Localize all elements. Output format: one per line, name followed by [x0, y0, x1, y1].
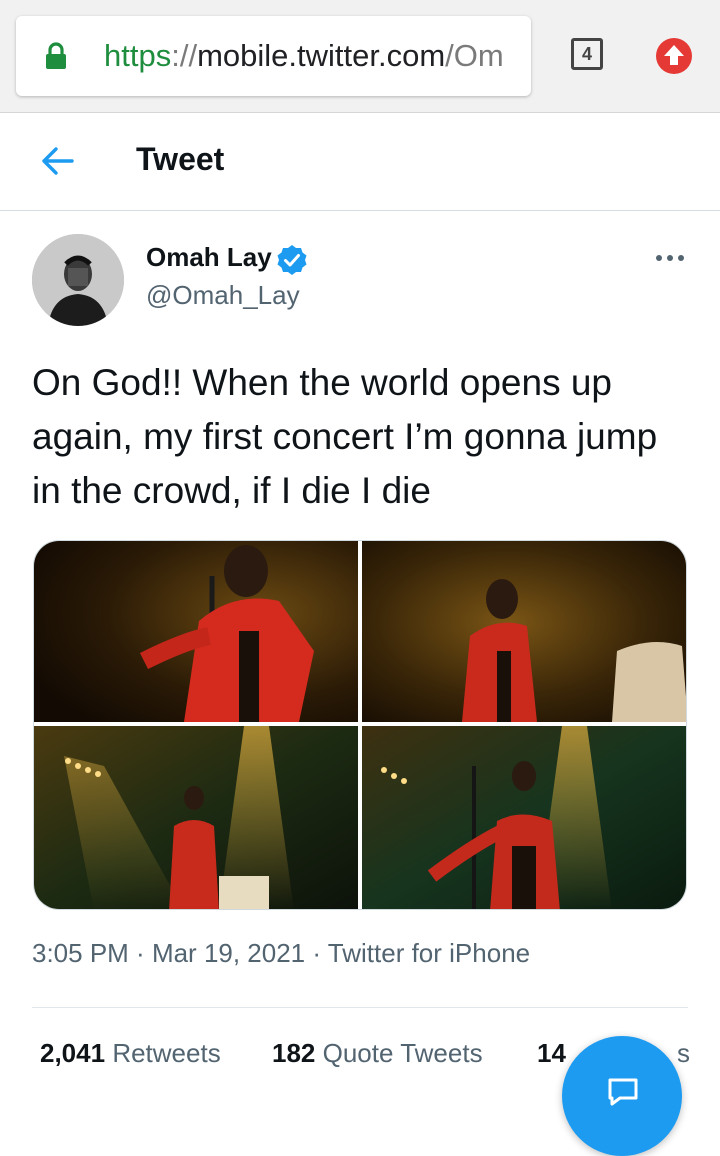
meta-separator: · [128, 938, 152, 968]
retweets-stat[interactable]: 2,041 Retweets [40, 1038, 221, 1069]
divider [32, 1007, 688, 1008]
browser-toolbar: https://mobile.twitter.com/Om 4 [0, 0, 720, 113]
url-path: /Om [445, 38, 504, 73]
verified-badge-icon [277, 245, 307, 275]
lock-icon [46, 42, 66, 69]
tweet-date[interactable]: Mar 19, 2021 [152, 938, 305, 968]
author-handle[interactable]: @Omah_Lay [146, 280, 300, 311]
tweet-photo-4[interactable] [362, 726, 686, 909]
url-host: mobile.twitter.com [197, 38, 446, 73]
url-text: https://mobile.twitter.com/Om [104, 38, 504, 74]
tweet-time[interactable]: 3:05 PM [32, 938, 129, 968]
likes-label: s [677, 1038, 690, 1068]
quote-tweets-stat[interactable]: 182 Quote Tweets [272, 1038, 483, 1069]
tweet-source[interactable]: Twitter for iPhone [328, 938, 530, 968]
likes-stat[interactable]: 14 s [537, 1038, 690, 1069]
url-separator: :// [171, 38, 198, 73]
avatar-image [32, 234, 124, 326]
compose-icon [608, 1078, 638, 1106]
likes-count: 14 [537, 1038, 566, 1068]
page-title: Tweet [136, 141, 225, 177]
avatar[interactable] [32, 234, 124, 326]
back-arrow-icon[interactable] [38, 143, 76, 179]
quote-tweets-count: 182 [272, 1038, 316, 1068]
tabs-icon[interactable]: 4 [571, 38, 603, 70]
tweet-photo-1[interactable] [34, 541, 358, 722]
compose-tweet-button[interactable] [562, 1036, 682, 1156]
tweet-text: On God!! When the world opens up again, … [32, 362, 658, 511]
more-options-icon[interactable] [655, 252, 685, 264]
tweet-header: Tweet [0, 113, 720, 211]
tweet-metadata: 3:05 PM · Mar 19, 2021 · Twitter for iPh… [32, 938, 530, 969]
address-bar[interactable]: https://mobile.twitter.com/Om [16, 16, 531, 96]
quote-tweets-label: Quote Tweets [322, 1038, 483, 1068]
update-icon[interactable] [656, 38, 692, 74]
retweets-count: 2,041 [40, 1038, 106, 1068]
tweet-media-grid [33, 540, 687, 910]
tweet-photo-3[interactable] [34, 726, 358, 909]
url-scheme: https [104, 38, 172, 73]
tweet-photo-2[interactable] [362, 541, 686, 722]
author-name[interactable]: Omah Lay [146, 242, 272, 273]
retweets-label: Retweets [112, 1038, 221, 1068]
meta-separator: · [305, 938, 328, 968]
